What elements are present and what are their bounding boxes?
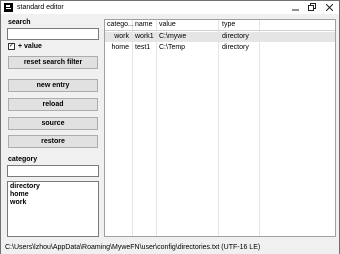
table-row[interactable]: work work1 C:\mywe directory	[105, 32, 335, 42]
column-header-name[interactable]: name	[135, 21, 153, 28]
close-button[interactable]	[321, 2, 337, 12]
search-input[interactable]	[7, 28, 99, 40]
list-item[interactable]: directory	[10, 183, 96, 191]
cell-type: directory	[222, 44, 249, 51]
column-header-type[interactable]: type	[222, 21, 235, 28]
column-header-category[interactable]: catego...	[107, 21, 134, 28]
app-icon	[4, 3, 13, 12]
source-button[interactable]: source	[8, 117, 98, 130]
table-row[interactable]: home test1 C:\Temp directory	[105, 43, 335, 53]
search-label: search	[8, 19, 31, 26]
cell-category: home	[111, 44, 129, 51]
restore-button[interactable]: restore	[8, 135, 98, 148]
column-header-value[interactable]: value	[159, 21, 176, 28]
category-list[interactable]: directory home work	[7, 181, 99, 237]
new-entry-button[interactable]: new entry	[8, 79, 98, 92]
cell-type: directory	[222, 33, 249, 40]
cell-value: C:\Temp	[159, 44, 186, 51]
reload-button[interactable]: reload	[8, 98, 98, 111]
editor-window: standard editor search ✓ + value reset s…	[0, 0, 340, 254]
entries-table[interactable]: catego... name value type work work1 C:\…	[104, 19, 336, 237]
config-file-path: C:\Users\lzhou\AppData\Roaming\MyweFN\us…	[5, 243, 261, 251]
restore-icon	[308, 3, 316, 11]
value-checkbox-row[interactable]: ✓ + value	[8, 43, 42, 50]
cell-name: test1	[135, 44, 151, 51]
list-item[interactable]: work	[10, 199, 96, 207]
list-item[interactable]: home	[10, 191, 96, 199]
cell-category: work	[114, 33, 129, 40]
close-icon	[325, 3, 333, 11]
window-title: standard editor	[17, 4, 64, 11]
table-header: catego... name value type	[105, 20, 335, 31]
reset-search-filter-button[interactable]: reset search filter	[8, 56, 98, 69]
maximize-button[interactable]	[304, 2, 320, 12]
value-checkbox-label: + value	[18, 43, 42, 50]
category-input[interactable]	[7, 165, 99, 177]
cell-value: C:\mywe	[159, 33, 187, 40]
category-label: category	[8, 156, 38, 163]
minimize-button[interactable]	[287, 2, 303, 12]
minimize-icon	[291, 9, 299, 10]
status-bar: C:\Users\lzhou\AppData\Roaming\MyweFN\us…	[1, 240, 339, 254]
window-controls	[287, 2, 337, 12]
title-bar: standard editor	[1, 1, 339, 14]
value-checkbox[interactable]: ✓	[8, 43, 15, 50]
cell-name: work1	[135, 33, 154, 40]
